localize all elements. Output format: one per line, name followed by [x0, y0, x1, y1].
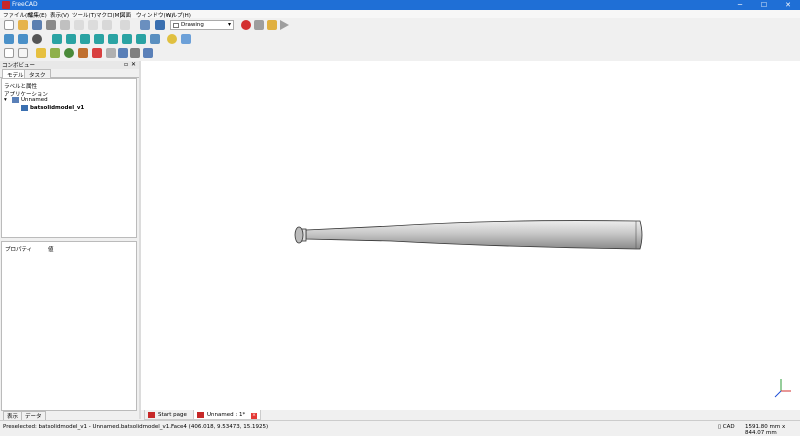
- tree-object[interactable]: batsolidmodel_v1: [30, 105, 84, 111]
- run-macro-icon[interactable]: [280, 20, 289, 30]
- navigation-style-label: CAD: [722, 424, 735, 430]
- symbol-icon[interactable]: [106, 48, 116, 58]
- combo-view-header: コンボビュー ▫ ✕: [0, 61, 139, 69]
- open-browser-icon[interactable]: [64, 48, 74, 58]
- top-view-icon[interactable]: [80, 34, 90, 44]
- new-page-icon[interactable]: [4, 48, 14, 58]
- close-panel-icon[interactable]: ✕: [131, 61, 136, 68]
- maximize-button[interactable]: ☐: [752, 0, 776, 10]
- workbench-selector[interactable]: Drawing ▾: [170, 20, 234, 30]
- tree-view: ラベルと属性 アプリケーション ▾ Unnamed batsolidmodel_…: [1, 78, 137, 238]
- copy-icon[interactable]: [74, 20, 84, 30]
- front-view-icon[interactable]: [66, 34, 76, 44]
- undo-icon[interactable]: [102, 20, 112, 30]
- value-column-header: 値: [48, 247, 54, 253]
- tab-unnamed-label: Unnamed : 1*: [207, 412, 246, 418]
- export-page-icon[interactable]: [143, 48, 153, 58]
- new-page-template-icon[interactable]: [18, 48, 28, 58]
- status-message: Preselected: batsolidmodel_v1 - Unnamed.…: [3, 424, 269, 430]
- new-document-icon[interactable]: [4, 20, 14, 30]
- draw-style-icon[interactable]: [32, 34, 42, 44]
- tab-tasks[interactable]: タスク: [24, 69, 51, 79]
- workbench-icon: [173, 23, 179, 28]
- paste-icon[interactable]: [88, 20, 98, 30]
- tree-document[interactable]: Unnamed: [21, 97, 48, 103]
- document-tabs: Start page × Unnamed : 1* ×: [141, 410, 800, 420]
- axis-indicator-icon: [774, 379, 791, 398]
- tree-header: ラベルと属性: [4, 84, 38, 90]
- draft-view-icon[interactable]: [118, 48, 128, 58]
- part-design-icon[interactable]: [167, 34, 177, 44]
- close-button[interactable]: ✕: [776, 0, 800, 10]
- isometric-view-icon[interactable]: [52, 34, 62, 44]
- close-tab-icon[interactable]: ×: [250, 413, 257, 419]
- edit-macro-icon[interactable]: [267, 20, 277, 30]
- ortho-views-icon[interactable]: [50, 48, 60, 58]
- property-tabs: 表示 データ: [0, 411, 139, 421]
- 3d-viewport[interactable]: [141, 61, 800, 410]
- right-view-icon[interactable]: [94, 34, 104, 44]
- cut-icon[interactable]: [60, 20, 70, 30]
- redo-icon[interactable]: [120, 20, 130, 30]
- insert-view-icon[interactable]: [36, 48, 46, 58]
- main-toolbar: Drawing ▾: [0, 18, 800, 32]
- tab-unnamed[interactable]: Unnamed : 1* ×: [193, 410, 261, 420]
- solid-icon: [21, 105, 28, 111]
- property-column-header: プロパティ: [5, 247, 33, 253]
- freecad-page-icon: [197, 412, 204, 418]
- combo-view-title: コンボビュー: [2, 63, 36, 69]
- document-icon: [12, 97, 19, 103]
- bottom-view-icon[interactable]: [122, 34, 132, 44]
- navigation-style[interactable]: ▯ CAD: [718, 424, 735, 430]
- open-icon[interactable]: [18, 20, 28, 30]
- save-icon[interactable]: [32, 20, 42, 30]
- title-bar: FreeCAD ─ ☐ ✕: [0, 0, 800, 10]
- view-toolbar: [0, 32, 800, 46]
- whats-this-icon[interactable]: [155, 20, 165, 30]
- tab-start-page-label: Start page: [158, 412, 187, 418]
- clip-icon[interactable]: [92, 48, 102, 58]
- window-title: FreeCAD: [12, 1, 38, 8]
- combo-view-tabs: モデル タスク: [0, 69, 139, 79]
- workbench-label: Drawing: [181, 22, 204, 28]
- property-view: プロパティ 値: [1, 241, 137, 411]
- view-dimensions: 1591.80 mm x 844.07 mm: [745, 424, 786, 436]
- drawing-toolbar: [0, 46, 800, 60]
- float-icon[interactable]: ▫: [124, 61, 128, 68]
- left-view-icon[interactable]: [136, 34, 146, 44]
- status-bar: Preselected: batsolidmodel_v1 - Unnamed.…: [0, 420, 800, 436]
- measure-icon[interactable]: [150, 34, 160, 44]
- chevron-down-icon: ▾: [227, 21, 231, 28]
- record-macro-icon[interactable]: [241, 20, 251, 30]
- folder-icon[interactable]: [181, 34, 191, 44]
- stop-macro-icon[interactable]: [254, 20, 264, 30]
- bat-model[interactable]: [141, 61, 800, 410]
- mouse-icon: ▯: [718, 424, 722, 430]
- rear-view-icon[interactable]: [108, 34, 118, 44]
- fit-all-icon[interactable]: [4, 34, 14, 44]
- freecad-page-icon: [148, 412, 155, 418]
- chevron-down-icon[interactable]: ▾: [4, 97, 7, 103]
- freecad-logo-icon: [2, 1, 10, 9]
- spreadsheet-view-icon[interactable]: [130, 48, 140, 58]
- refresh-icon[interactable]: [140, 20, 150, 30]
- annotation-icon[interactable]: [78, 48, 88, 58]
- fit-selection-icon[interactable]: [18, 34, 28, 44]
- minimize-button[interactable]: ─: [728, 0, 752, 10]
- print-icon[interactable]: [46, 20, 56, 30]
